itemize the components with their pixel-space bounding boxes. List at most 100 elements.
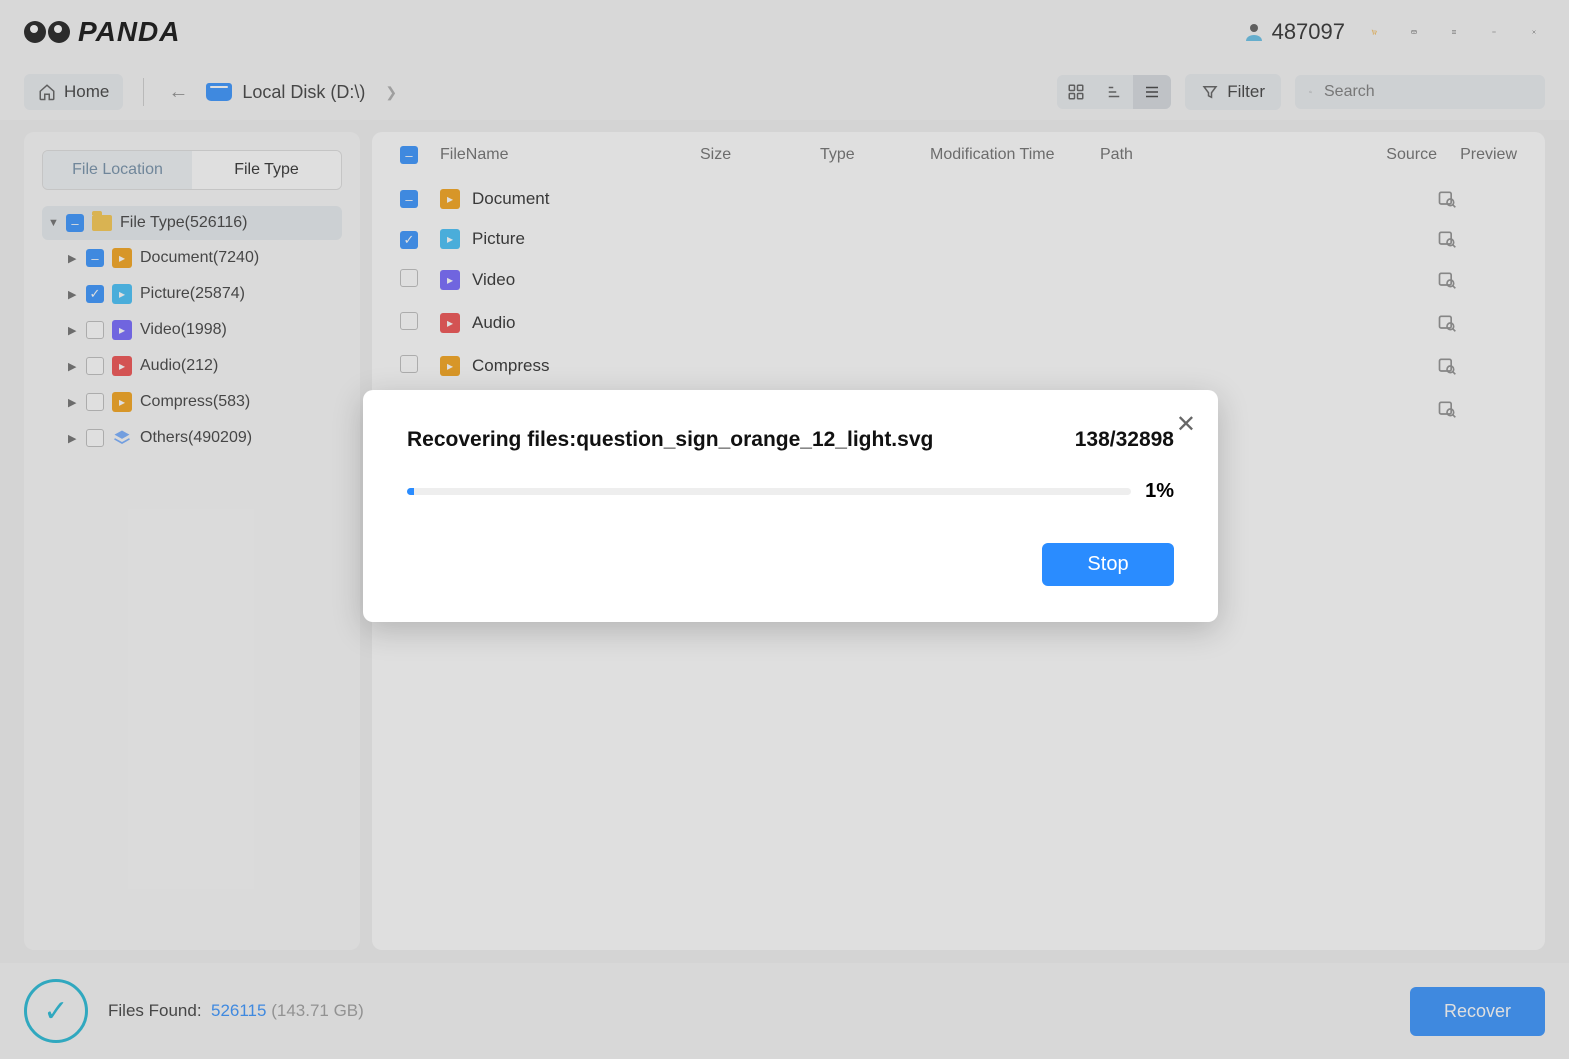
row-name: Compress [472,356,549,376]
checkbox-empty[interactable] [86,429,104,447]
col-name[interactable]: FileName [440,146,700,164]
user-avatar-icon [1242,20,1266,44]
drive-icon [206,83,232,101]
preview-icon[interactable] [1437,313,1457,333]
caret-right-icon: ▶ [68,252,78,265]
preview-icon[interactable] [1437,399,1457,419]
tab-file-type[interactable]: File Type [192,151,341,189]
chevron-right-icon: ❯ [375,84,397,101]
header-checkbox[interactable]: – [400,146,418,164]
filter-label: Filter [1227,82,1265,102]
breadcrumb[interactable]: Local Disk (D:\) ❯ [206,82,397,103]
preview-icon[interactable] [1437,270,1457,290]
titlebar: PANDA 487097 [0,0,1569,64]
view-sort[interactable] [1095,75,1133,109]
search-input[interactable] [1324,83,1531,101]
preview-icon[interactable] [1437,229,1457,249]
files-found-text: Files Found: 526115 (143.71 GB) [108,1001,364,1021]
tree-item[interactable]: ▶▸Audio(212) [42,348,342,384]
brand-text: PANDA [78,16,180,48]
filter-button[interactable]: Filter [1185,74,1281,110]
modal-close[interactable]: ✕ [1176,410,1196,439]
user-id: 487097 [1272,19,1345,45]
filter-icon [1201,83,1219,101]
col-size[interactable]: Size [700,146,820,164]
col-type[interactable]: Type [820,146,930,164]
tab-file-location[interactable]: File Location [43,151,192,189]
files-found-count: 526115 [211,1001,266,1020]
checkbox-checked[interactable]: ✓ [86,285,104,303]
preview-icon[interactable] [1437,189,1457,209]
tree-root[interactable]: ▼ – File Type(526116) [42,206,342,240]
col-path[interactable]: Path [1100,146,1347,164]
toolbar: Home ← Local Disk (D:\) ❯ Filter [0,64,1569,120]
checkbox-indeterminate[interactable]: – [66,214,84,232]
tree-item[interactable]: ▶✓▸Picture(25874) [42,276,342,312]
checkbox-indeterminate[interactable]: – [86,249,104,267]
tree-item[interactable]: ▶Others(490209) [42,420,342,456]
tree-item-label: Picture(25874) [140,285,245,303]
filetype-icon: ▸ [112,320,132,340]
filetype-icon: ▸ [112,248,132,268]
tree-item-label: Compress(583) [140,393,250,411]
mail-icon[interactable] [1403,21,1425,43]
modal-progress-count: 138/32898 [1075,428,1174,452]
brand-logo: PANDA [24,16,180,48]
view-list[interactable] [1133,75,1171,109]
menu-icon[interactable] [1443,21,1465,43]
checkbox-empty[interactable] [400,355,418,373]
filetype-icon: ▸ [440,313,460,333]
tree-root-label: File Type(526116) [120,214,247,232]
window-close[interactable] [1523,21,1545,43]
checkbox-empty[interactable] [86,357,104,375]
col-source[interactable]: Source [1347,146,1437,164]
view-grid[interactable] [1057,75,1095,109]
col-preview[interactable]: Preview [1437,146,1517,164]
table-row[interactable]: ▸ Audio [390,302,1527,345]
window-minimize[interactable] [1483,21,1505,43]
checkbox-indeterminate[interactable]: – [400,190,418,208]
checkbox-checked[interactable]: ✓ [400,231,418,249]
progress-percent: 1% [1145,480,1174,503]
nav-back[interactable]: ← [164,77,192,108]
home-icon [38,83,56,101]
progress-bar [407,488,1131,495]
col-mod[interactable]: Modification Time [930,146,1100,164]
tree-item[interactable]: ▶▸Video(1998) [42,312,342,348]
files-found-size: (143.71 GB) [271,1001,364,1020]
stop-button[interactable]: Stop [1042,543,1174,586]
table-row[interactable]: ✓▸Picture [390,219,1527,259]
tree-item[interactable]: ▶–▸ Document(7240) [42,240,342,276]
tree-item-label: Document(7240) [140,249,259,267]
row-name: Document [472,189,549,209]
tree-item-label: Video(1998) [140,321,227,339]
view-group [1057,75,1171,109]
caret-right-icon: ▶ [68,360,78,373]
row-name: Audio [472,313,515,333]
home-button[interactable]: Home [24,74,123,110]
user-chip[interactable]: 487097 [1242,19,1345,45]
checkbox-empty[interactable] [86,321,104,339]
row-name: Video [472,270,515,290]
tree-item-label: Others(490209) [140,429,252,447]
tree-item-label: Audio(212) [140,357,218,375]
table-row[interactable]: –▸Document [390,179,1527,219]
table-header: – FileName Size Type Modification Time P… [390,132,1527,179]
cart-icon[interactable] [1363,21,1385,43]
checkbox-empty[interactable] [400,312,418,330]
modal-title: Recovering files:question_sign_orange_12… [407,428,933,452]
checkbox-empty[interactable] [86,393,104,411]
tree-item[interactable]: ▶ ▸ Compress(583) [42,384,342,420]
table-row[interactable]: ▸ Video [390,259,1527,302]
filetype-icon: ▸ [440,270,460,290]
caret-down-icon: ▼ [48,217,58,229]
search-box[interactable] [1295,75,1545,109]
caret-right-icon: ▶ [68,396,78,409]
checkbox-empty[interactable] [400,269,418,287]
filetype-icon: ▸ [112,392,132,412]
table-row[interactable]: ▸Compress [390,345,1527,388]
drive-label: Local Disk (D:\) [242,82,365,103]
preview-icon[interactable] [1437,356,1457,376]
recover-button[interactable]: Recover [1410,987,1545,1036]
progress-fill [407,488,414,495]
